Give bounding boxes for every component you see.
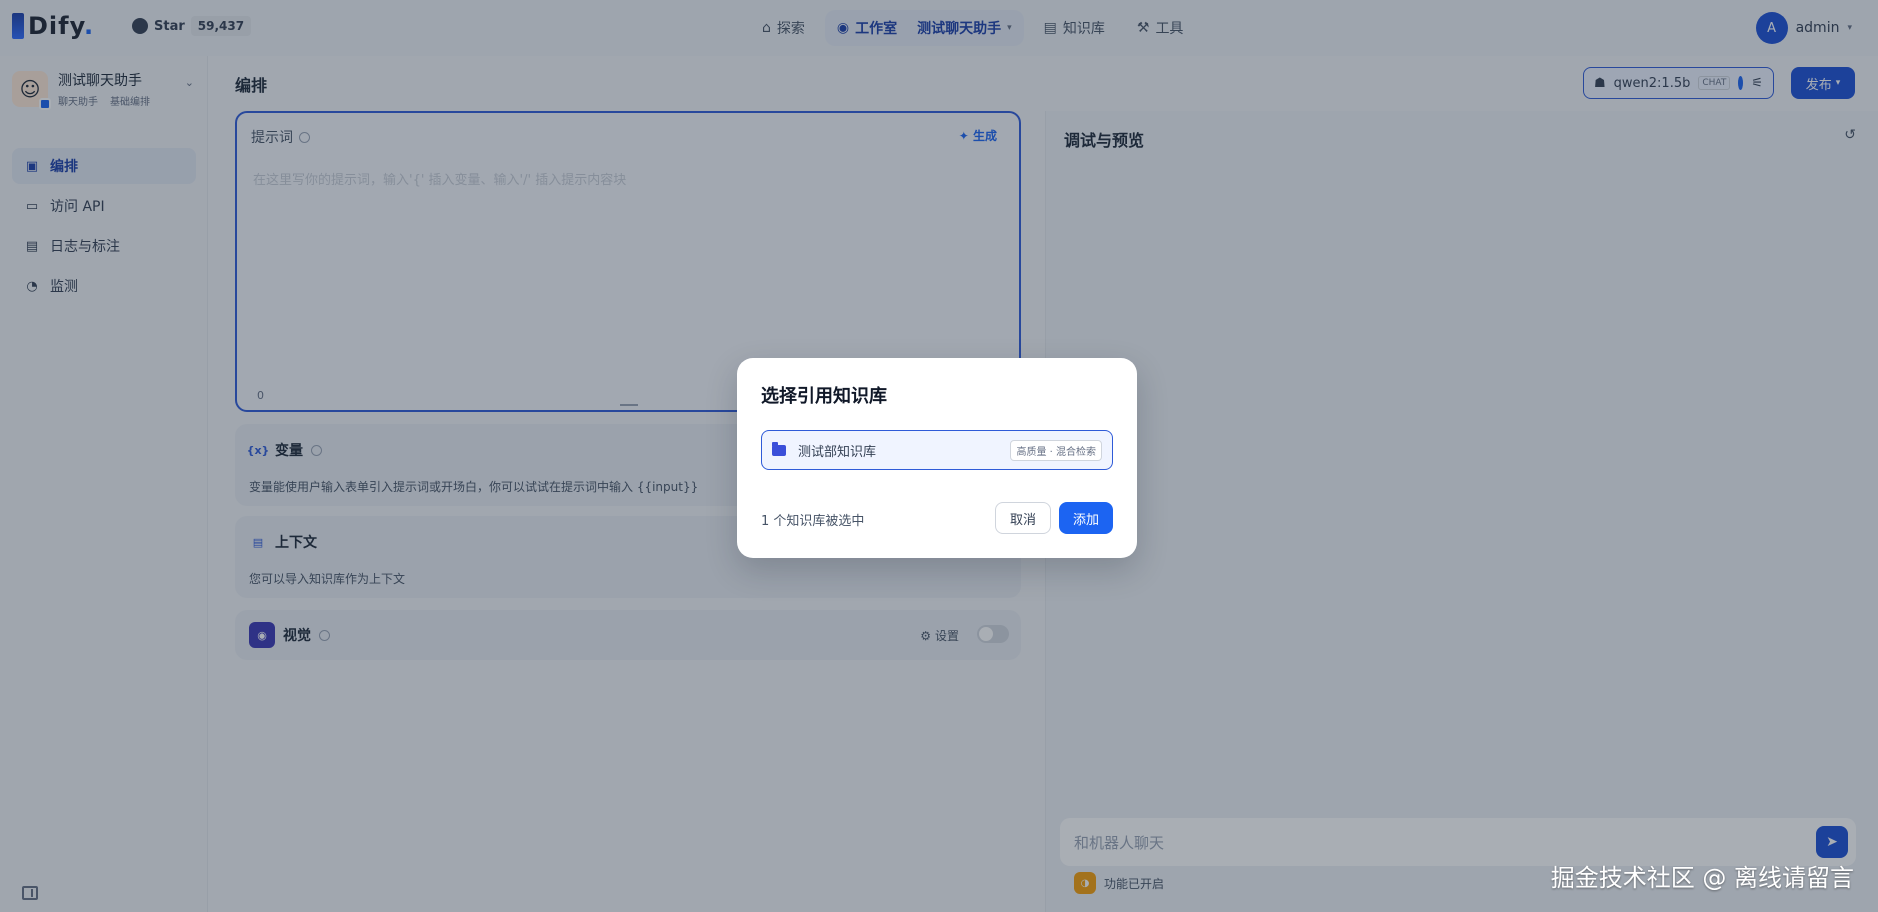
watermark: 掘金技术社区 @ 离线请留言 <box>1550 864 1854 892</box>
add-button[interactable]: 添加 <box>1059 502 1113 534</box>
knowledge-option[interactable]: 测试部知识库 高质量 · 混合检索 <box>761 430 1113 470</box>
dialog-title: 选择引用知识库 <box>761 386 887 407</box>
knowledge-name: 测试部知识库 <box>798 444 877 460</box>
cancel-button[interactable]: 取消 <box>995 502 1051 534</box>
folder-icon <box>772 441 786 456</box>
select-knowledge-dialog: 选择引用知识库 测试部知识库 高质量 · 混合检索 1 个知识库被选中 取消 添… <box>737 358 1137 558</box>
selected-count: 1 个知识库被选中 <box>761 514 865 529</box>
knowledge-tag: 高质量 · 混合检索 <box>1010 439 1102 461</box>
